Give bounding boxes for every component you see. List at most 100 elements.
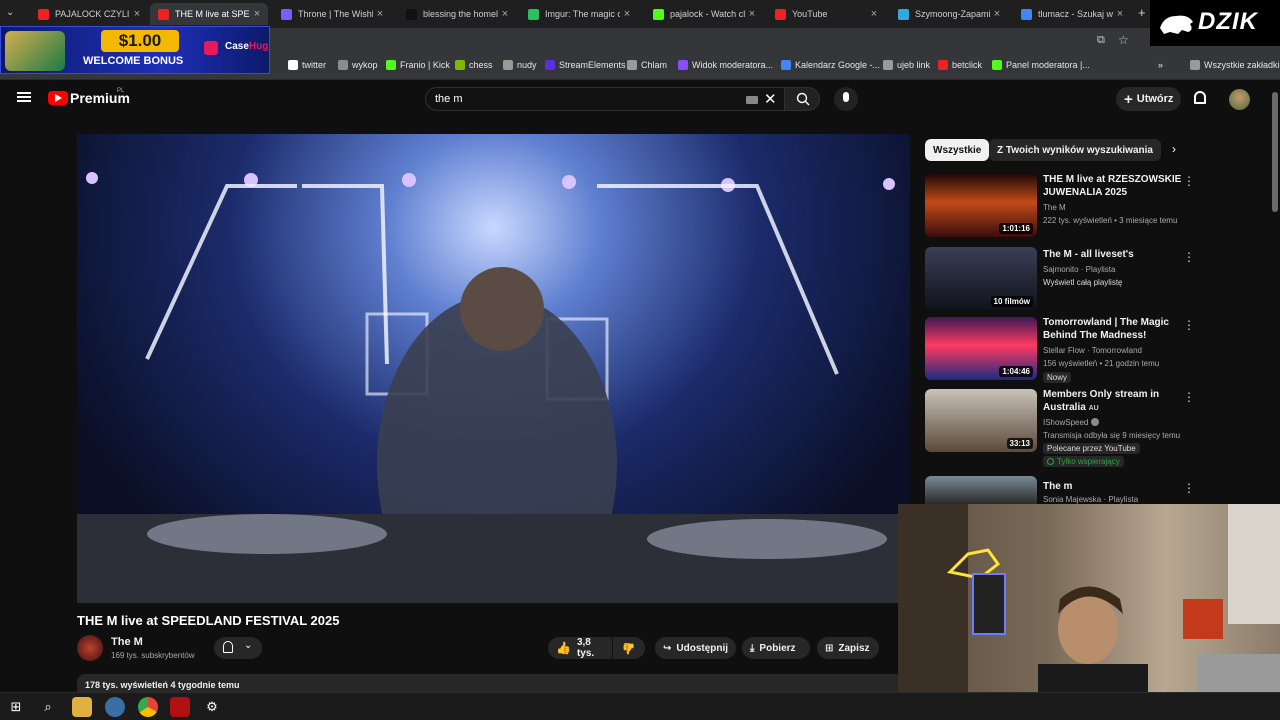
menu-icon[interactable] (17, 92, 31, 102)
save-button[interactable]: ⊞ Zapisz (817, 637, 879, 659)
video-player[interactable] (77, 134, 910, 603)
app-icon[interactable] (105, 697, 125, 717)
bookmark-item[interactable]: wykop (338, 60, 378, 70)
search-input[interactable]: the m (435, 93, 463, 105)
browser-tab[interactable]: Szymoong-Zapamiet × (890, 3, 1008, 25)
bookmark-star-icon[interactable]: ☆ (1118, 33, 1129, 47)
rec-more-icon[interactable]: ⋮ (1183, 481, 1195, 495)
rec-thumbnail[interactable]: 33:13 (925, 389, 1037, 452)
youtube-logo-icon[interactable] (48, 91, 68, 105)
bookmark-icon (627, 60, 637, 70)
channel-avatar[interactable] (77, 635, 103, 661)
browser-tab[interactable]: pajalock - Watch clip × (645, 3, 763, 25)
tab-close-icon[interactable]: × (130, 8, 144, 20)
rec-title[interactable]: The M - all liveset's (1043, 248, 1183, 261)
browser-tab[interactable]: Imgur: The magic of t× (520, 3, 638, 25)
tab-close-icon[interactable]: × (867, 8, 881, 20)
keyboard-icon[interactable] (746, 96, 758, 104)
rec-more-icon[interactable]: ⋮ (1183, 174, 1195, 188)
rec-channel[interactable]: The M (1043, 203, 1066, 212)
tab-close-icon[interactable]: × (373, 8, 387, 20)
rec-more-icon[interactable]: ⋮ (1183, 390, 1195, 404)
tab-close-icon[interactable]: × (745, 8, 759, 20)
rec-channel[interactable]: Sajmonito · Playlista (1043, 265, 1115, 274)
brand-hug: Hug (248, 41, 269, 52)
create-button[interactable]: + Utwórz (1116, 87, 1181, 111)
rec-meta: Transmisja odbyła się 9 miesięcy temu (1043, 431, 1181, 440)
tab-close-icon[interactable]: × (1113, 8, 1127, 20)
bookmark-item[interactable]: Widok moderatora... (678, 60, 773, 70)
settings-gear-icon[interactable]: ⚙ (202, 697, 222, 717)
rec-channel[interactable]: Sonia Majewska · Playlista (1043, 495, 1138, 504)
save-icon: ⊞ (825, 642, 834, 654)
bookmark-item[interactable]: betclick (938, 60, 982, 70)
description-box[interactable]: 178 tys. wyświetleń 4 tygodnie temu (77, 674, 907, 694)
tab-title: pajalock - Watch clip (670, 9, 745, 19)
tab-close-icon[interactable]: × (498, 8, 512, 20)
like-count: 3,8 tys. (576, 637, 595, 659)
tab-search-icon[interactable]: ⌄ (6, 7, 14, 18)
clear-search-icon[interactable]: ✕ (764, 90, 777, 108)
new-tab-button[interactable]: + (1138, 5, 1146, 20)
search-button[interactable] (784, 87, 820, 111)
view-full-playlist-link[interactable]: Wyświetl całą playlistę (1043, 278, 1123, 287)
bookmark-item[interactable]: Chlam (627, 60, 667, 70)
rec-channel[interactable]: IShowSpeed (1043, 418, 1099, 427)
bookmark-icon (288, 60, 298, 70)
chip-from-search[interactable]: Z Twoich wyników wyszukiwania (989, 139, 1161, 161)
chips-next-arrow-icon[interactable]: › (1172, 142, 1176, 156)
windows-start-icon[interactable]: ⊞ (6, 697, 26, 717)
rec-more-icon[interactable]: ⋮ (1183, 250, 1195, 264)
download-button[interactable]: ⤓ Pobierz (742, 637, 810, 659)
dislike-button[interactable]: 👍 (613, 637, 645, 659)
search-box[interactable]: the m ✕ (425, 87, 785, 111)
like-button[interactable]: 👍 3,8 tys. (548, 637, 612, 659)
rec-channel[interactable]: Stellar Flow · Tomorrowland (1043, 346, 1142, 355)
obs-like-icon[interactable] (170, 697, 190, 717)
browser-tab[interactable]: THE M live at SPE × (150, 3, 268, 25)
bookmark-item[interactable]: Franio | Kick (386, 60, 450, 70)
file-explorer-icon[interactable] (72, 697, 92, 717)
browser-tab[interactable]: YouTube × (767, 3, 885, 25)
browser-tab[interactable]: tlumacz - Szukaj w G× (1013, 3, 1131, 25)
account-avatar[interactable] (1229, 89, 1250, 110)
bookmark-item[interactable]: Kalendarz Google -... (781, 60, 880, 70)
channel-name[interactable]: The M (111, 636, 143, 648)
browser-tab[interactable]: blessing the homeless× (398, 3, 516, 25)
tab-close-icon[interactable]: × (250, 8, 264, 20)
bookmark-item[interactable]: twitter (288, 60, 326, 70)
voice-search-button[interactable] (834, 87, 858, 111)
tab-close-icon[interactable]: × (990, 8, 1004, 20)
boar-icon (1160, 15, 1193, 34)
bookmark-item[interactable]: ujeb link (883, 60, 930, 70)
browser-tab[interactable]: Throne | The Wishlist× (273, 3, 391, 25)
browser-tab[interactable]: PAJALOCK CZYLI PAJ...× (30, 3, 148, 25)
subscription-bell-button[interactable]: ⌄ (214, 637, 262, 659)
rec-more-icon[interactable]: ⋮ (1183, 318, 1195, 332)
scrollbar-thumb[interactable] (1272, 92, 1278, 212)
rec-thumbnail[interactable]: 1:01:16 (925, 174, 1037, 237)
share-label: Udostępnij (676, 642, 729, 654)
bookmark-item[interactable]: Wszystkie zakładki (1190, 60, 1280, 70)
chip-all[interactable]: Wszystkie (925, 139, 990, 161)
rec-title[interactable]: THE M live at RZESZOWSKIE JUWENALIA 2025 (1043, 173, 1183, 199)
chrome-icon[interactable] (138, 697, 158, 717)
bookmark-item[interactable]: chess (455, 60, 493, 70)
more-bookmarks-icon[interactable]: » (1158, 60, 1163, 70)
search-taskbar-icon[interactable]: ⌕ (38, 697, 58, 717)
rec-title[interactable]: Tomorrowland | The Magic Behind The Madn… (1043, 316, 1183, 342)
rec-thumbnail[interactable] (925, 476, 1037, 504)
bookmark-item[interactable]: nudy (503, 60, 537, 70)
rec-thumbnail[interactable]: 1:04:46 (925, 317, 1037, 380)
tab-close-icon[interactable]: × (620, 8, 634, 20)
install-app-icon[interactable]: ⧉ (1097, 34, 1105, 47)
share-button[interactable]: ↪ Udostępnij (655, 637, 736, 659)
rec-title[interactable]: Members Only stream in Australia AU (1043, 388, 1178, 415)
bookmark-label: Chlam (641, 60, 668, 70)
bookmark-item[interactable]: StreamElements (545, 60, 626, 70)
notifications-bell-icon[interactable] (1194, 91, 1206, 104)
browser-tab-strip: ⌄ PAJALOCK CZYLI PAJ...×THE M live at SP… (0, 0, 1280, 28)
rec-title[interactable]: The m (1043, 480, 1183, 493)
rec-thumbnail[interactable]: 10 filmów (925, 247, 1037, 310)
bookmark-item[interactable]: Panel moderatora |... (992, 60, 1090, 70)
